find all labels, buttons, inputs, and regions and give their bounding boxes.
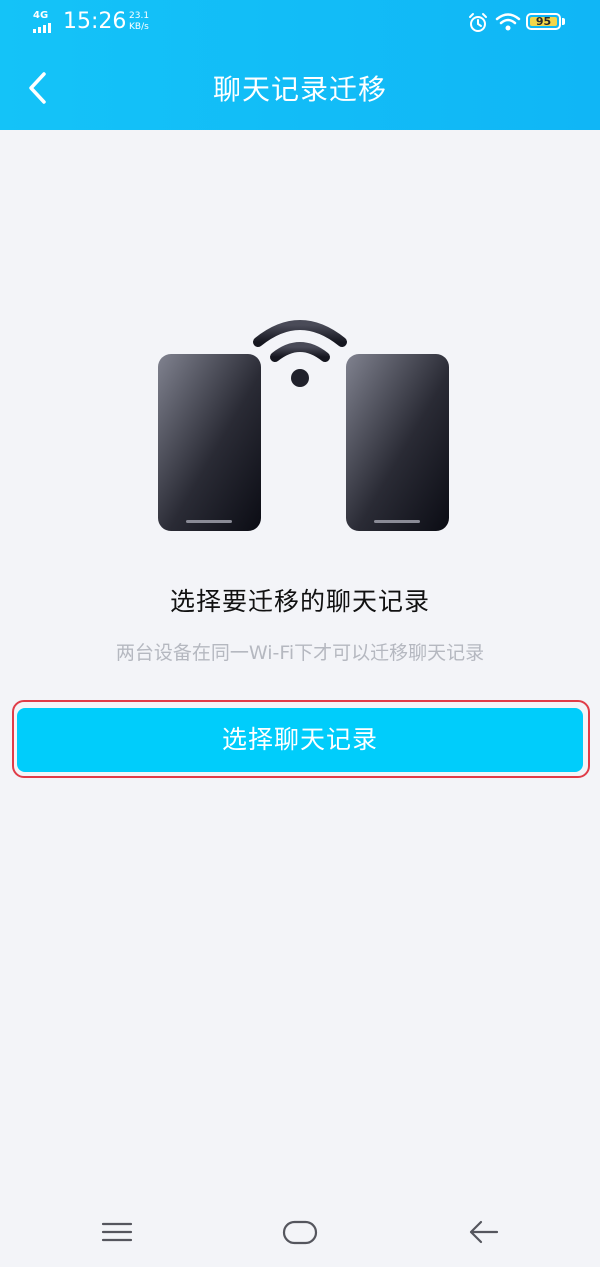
phone-right-icon [346,354,449,531]
home-icon[interactable] [282,1214,318,1250]
alarm-icon [469,13,487,32]
app-header: 4G 15:26 23.1 KB/s 95 聊天记录迁移 [0,0,600,130]
battery-tip [562,18,565,25]
hint-text: 两台设备在同一Wi-Fi下才可以迁移聊天记录 [115,642,485,664]
system-nav-bar [0,1200,600,1267]
select-chat-records-button[interactable]: 选择聊天记录 [17,708,583,772]
page-title: 聊天记录迁移 [212,73,387,106]
section-heading: 选择要迁移的聊天记录 [169,587,430,616]
status-bar: 4G 15:26 23.1 KB/s 95 [0,0,600,45]
wifi-signal-icon [253,320,347,387]
phone-left-icon [158,354,261,531]
network-speed: 23.1 KB/s [129,11,150,32]
network-type: 4G [33,10,49,21]
back-arrow-icon[interactable] [468,1214,500,1250]
status-time: 15:26 [63,9,127,34]
battery-icon: 95 [526,13,561,30]
menu-icon[interactable] [101,1214,133,1250]
two-phones-wifi-illustration [158,320,449,531]
signal-icon [33,23,51,33]
wifi-icon [495,13,521,31]
battery-level: 95 [530,16,557,27]
